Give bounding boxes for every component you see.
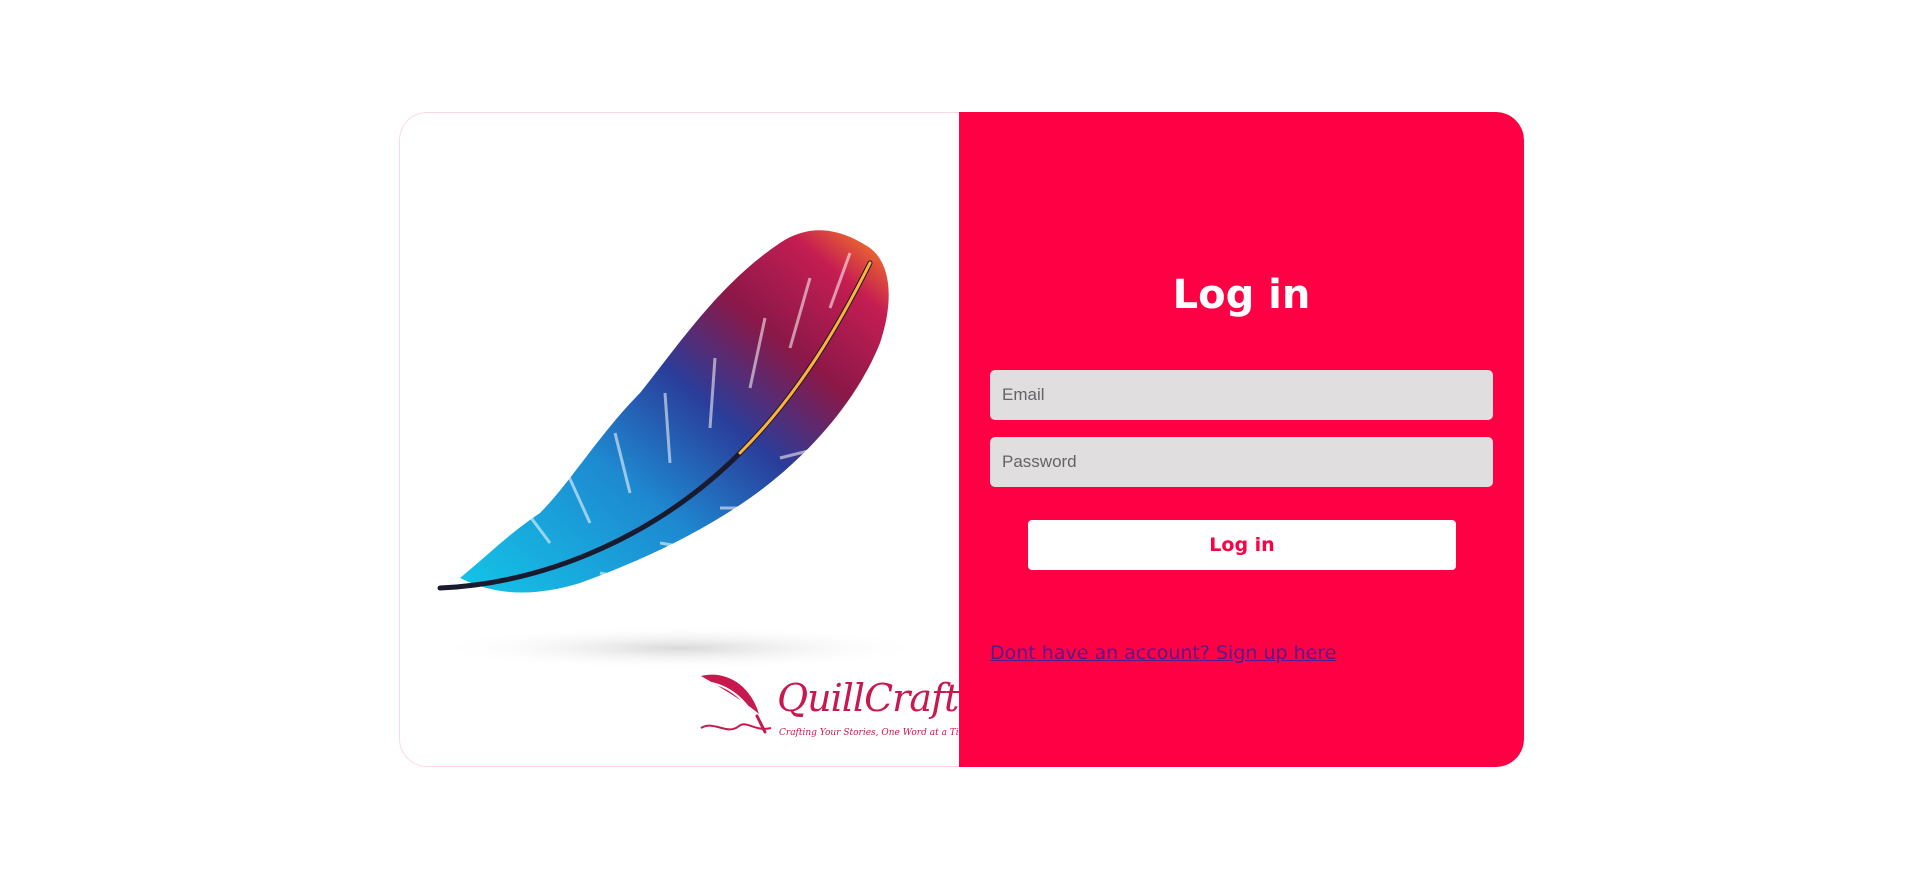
quillcraft-logo: QuillCraft Crafting Your Stories, One Wo… bbox=[695, 666, 967, 756]
signup-link[interactable]: Dont have an account? Sign up here bbox=[990, 642, 1336, 664]
email-field[interactable] bbox=[990, 370, 1493, 420]
logo-name: QuillCraft bbox=[777, 676, 959, 720]
quill-icon bbox=[700, 674, 772, 734]
login-panel: Log in Log in Dont have an account? Sign… bbox=[959, 112, 1524, 767]
brand-panel: QuillCraft Crafting Your Stories, One Wo… bbox=[399, 112, 967, 767]
logo-tagline: Crafting Your Stories, One Word at a Tim bbox=[779, 728, 968, 738]
login-button[interactable]: Log in bbox=[1028, 520, 1456, 570]
page-title: Log in bbox=[1172, 272, 1311, 318]
login-card: QuillCraft Crafting Your Stories, One Wo… bbox=[399, 112, 1524, 767]
password-field[interactable] bbox=[990, 437, 1493, 487]
